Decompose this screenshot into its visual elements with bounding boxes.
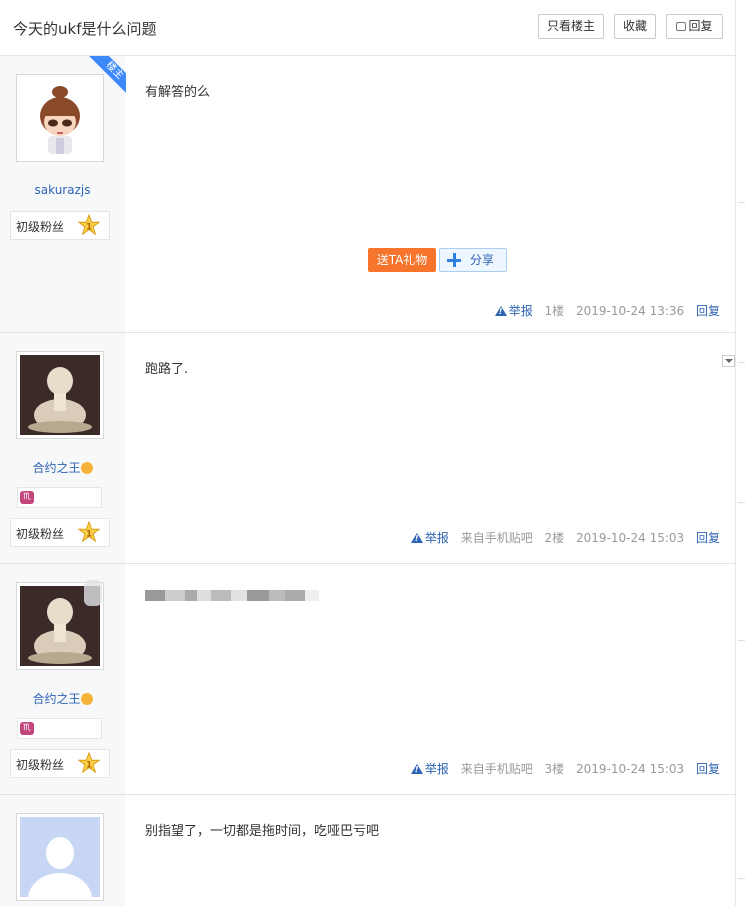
member-badge[interactable]: ♏ [17,487,102,508]
fan-level-badge[interactable]: 初级粉丝 1 [10,749,110,778]
star-level-icon: 1 [78,214,100,236]
emoji-icon [80,693,93,705]
share-button[interactable]: 分享 [439,248,507,272]
report-link[interactable]: 举报 [410,531,449,545]
post-floor-3: 合约之王 ♏ 初级粉丝 1 举报 来自手机贴吧 3楼 2019-10-24 15… [0,564,735,795]
thread-title: 今天的ukf是什么问题 [13,20,157,38]
thread-page: 今天的ukf是什么问题 只看楼主 收藏 回复 楼主 sakurazjs 初级粉丝… [0,0,745,906]
svg-text:1: 1 [86,222,92,233]
floor-number: 3楼 [544,762,565,776]
reply-link[interactable]: 回复 [696,304,720,318]
fan-level-label: 初级粉丝 [16,220,65,234]
plus-icon [447,253,461,267]
side-marker [738,202,745,203]
warning-icon [494,306,507,316]
username-link[interactable]: 合约之王 [0,459,125,476]
warning-icon [410,764,423,774]
comment-icon [676,22,687,31]
post-floor-2: 合约之王 ♏ 初级粉丝 1 跑路了. 举报 来自手机贴吧 2楼 2019-10-… [0,333,735,564]
avatar[interactable] [16,74,104,162]
post-time: 2019-10-24 13:36 [576,304,685,318]
side-marker [738,878,745,879]
report-label: 举报 [424,531,449,545]
member-badge[interactable]: ♏ [17,718,102,739]
post-content: 跑路了. [145,362,189,377]
warning-icon [410,533,423,543]
post-content: 别指望了，一切都是拖时间，吃哑巴亏吧 [145,824,380,839]
star-level-icon: 1 [78,752,100,774]
post-floor-1: 楼主 sakurazjs 初级粉丝 1 有解答的么 送TA礼物 分享 !举报 1… [0,56,735,333]
username-link[interactable]: sakurazjs [0,183,125,197]
post-time: 2019-10-24 15:03 [576,531,685,545]
username-label: 合约之王 [32,692,81,706]
star-level-icon: 1 [78,521,100,543]
side-marker [738,640,745,641]
avatar[interactable] [16,813,104,901]
post-meta: 举报 来自手机贴吧 3楼 2019-10-24 15:03 回复 [403,760,720,777]
post-menu-dropdown[interactable] [722,355,735,367]
report-link[interactable]: 举报 [494,304,533,318]
source-link[interactable]: 来自手机贴吧 [461,531,533,545]
avatar-image [20,78,100,158]
floor-number: 1楼 [544,304,565,318]
favorite-button[interactable]: 收藏 [614,14,656,39]
scorpio-badge-icon: ♏ [20,491,34,504]
blur-artifact [84,580,102,606]
only-op-button[interactable]: 只看楼主 [538,14,604,39]
fan-level-badge[interactable]: 初级粉丝 1 [10,518,110,547]
report-link[interactable]: 举报 [410,762,449,776]
scrollbar-track[interactable] [735,0,736,906]
scorpio-badge-icon: ♏ [20,722,34,735]
svg-text:1: 1 [86,529,92,540]
fan-level-label: 初级粉丝 [16,527,65,541]
fan-level-badge[interactable]: 初级粉丝 1 [10,211,110,240]
reply-link[interactable]: 回复 [696,531,720,545]
side-marker [738,362,745,363]
report-label: 举报 [424,762,449,776]
reply-button[interactable]: 回复 [666,14,723,39]
fan-level-label: 初级粉丝 [16,758,65,772]
emoji-icon [80,462,93,474]
floor-number: 2楼 [544,531,565,545]
report-label: 举报 [508,304,533,318]
avatar-image [20,355,100,435]
post-meta: 举报 来自手机贴吧 2楼 2019-10-24 15:03 回复 [403,529,720,546]
avatar[interactable] [16,351,104,439]
thread-header: 今天的ukf是什么问题 只看楼主 收藏 回复 [0,0,735,56]
post-time: 2019-10-24 15:03 [576,762,685,776]
source-link[interactable]: 来自手机贴吧 [461,762,533,776]
post-floor-4: 别指望了，一切都是拖时间，吃哑巴亏吧 [0,795,735,906]
reply-button-label: 回复 [688,19,713,33]
reply-link[interactable]: 回复 [696,762,720,776]
blurred-content [145,590,319,601]
post-content: 有解答的么 [145,85,211,100]
username-label: 合约之王 [32,461,81,475]
side-marker [738,502,745,503]
svg-text:1: 1 [86,760,92,771]
post-meta: 举报 1楼 2019-10-24 13:36 回复 [487,302,720,319]
username-link[interactable]: 合约之王 [0,690,125,707]
default-avatar-image [20,817,100,897]
share-label: 分享 [470,253,495,267]
send-gift-button[interactable]: 送TA礼物 [368,248,436,272]
